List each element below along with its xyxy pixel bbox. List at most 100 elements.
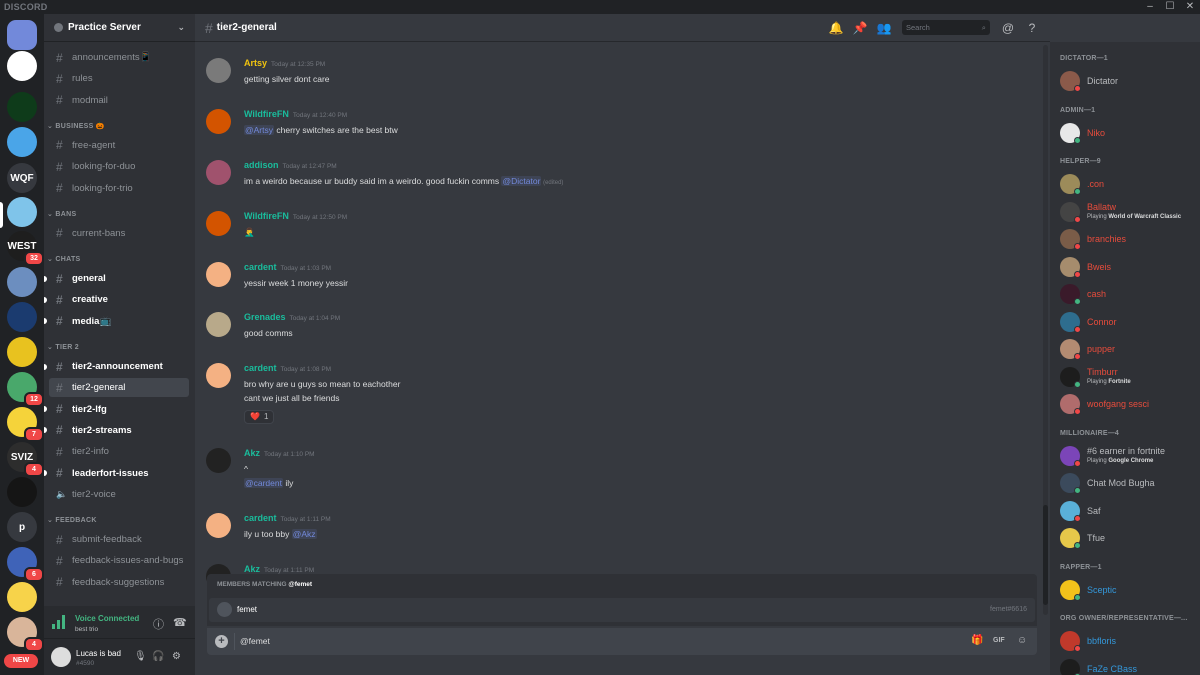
settings-gear-icon[interactable]: ⚙ [172,651,181,662]
server-icon[interactable] [7,267,37,297]
channel-item[interactable]: # media📺 [44,312,189,331]
message-author[interactable]: Artsy [244,58,267,68]
member-item[interactable]: Tfue [1060,526,1195,550]
help-icon[interactable]: ? [1020,21,1044,35]
autocomplete-item[interactable]: femet femet#6616 [209,598,1035,622]
avatar[interactable] [206,211,231,236]
member-item[interactable]: FaZe CBass [1060,657,1195,675]
channel-item[interactable]: # current-bans [49,224,189,243]
member-item[interactable]: branchies [1060,227,1195,251]
server-icon[interactable] [7,127,37,157]
channel-item[interactable]: # modmail [49,91,189,110]
avatar[interactable] [206,58,231,83]
avatar[interactable] [206,109,231,134]
user-mention[interactable]: @Dictator [501,176,542,186]
channel-item[interactable]: # tier2-info [49,442,189,461]
server-header[interactable]: Practice Server ⌄ [44,14,195,42]
channel-item[interactable]: # tier2-announcement [44,357,189,376]
channel-item[interactable]: # tier2-streams [44,421,189,440]
server-icon[interactable]: WQF [7,163,37,193]
avatar[interactable] [206,312,231,337]
channel-item[interactable]: 🔈 tier2-voice [49,485,189,504]
server-icon[interactable] [7,477,37,507]
channel-category[interactable]: ⌄ FEEDBACK [47,516,97,524]
channel-item[interactable]: # general [44,269,189,288]
member-item[interactable]: Bweis [1060,255,1195,279]
info-icon[interactable]: ⓘ [153,616,164,632]
channel-item[interactable]: # looking-for-duo [49,157,189,176]
channel-item[interactable]: # rules [49,69,189,88]
channel-item[interactable]: # free-agent [49,136,189,155]
avatar[interactable] [206,513,231,538]
member-item[interactable]: Niko [1060,121,1195,145]
pin-icon[interactable]: 📌 [848,21,872,35]
scrollbar-thumb[interactable] [1043,505,1048,605]
gif-icon[interactable]: GIF [993,637,1005,644]
server-icon[interactable] [7,51,37,81]
member-item[interactable]: Chat Mod Bugha [1060,471,1195,495]
maximize-button[interactable]: ☐ [1160,0,1180,14]
server-icon[interactable] [7,197,37,227]
message-author[interactable]: Akz [244,564,260,574]
voice-channel-name[interactable]: best trio [75,626,98,633]
channel-item[interactable]: # announcements📱 [49,48,189,67]
member-item[interactable]: Saf [1060,499,1195,523]
message-author[interactable]: cardent [244,262,277,272]
channel-item[interactable]: # leaderfort-issues [44,464,189,483]
channel-item[interactable]: # tier2-general [49,378,189,398]
member-item[interactable]: pupper [1060,337,1195,361]
user-mention[interactable]: @Artsy [244,125,274,135]
member-item[interactable]: Dictator [1060,69,1195,93]
message-author[interactable]: Akz [244,448,260,458]
avatar[interactable] [206,262,231,287]
member-item[interactable]: Timburr Playing Fortnite [1060,365,1195,389]
message-author[interactable]: WildfireFN [244,211,289,221]
search-input[interactable]: Search ⌕ [902,20,990,35]
server-icon[interactable] [7,302,37,332]
disconnect-icon[interactable]: ☎ [173,616,187,629]
channel-item[interactable]: # tier2-lfg [44,400,189,419]
avatar[interactable] [206,448,231,473]
channel-category[interactable]: ⌄ BUSINESS 🎃 [47,122,105,130]
mentions-icon[interactable]: @ [996,21,1020,35]
members-icon[interactable]: 👥 [872,21,896,35]
channel-item[interactable]: # submit-feedback [49,530,189,549]
server-icon[interactable] [7,337,37,367]
chat-scrollbar[interactable] [1043,45,1048,615]
new-badge[interactable]: NEW [4,654,38,668]
message-author[interactable]: addison [244,160,279,170]
emoji-icon[interactable]: ☺ [1017,635,1027,646]
upload-plus-icon[interactable]: + [215,635,228,648]
user-mention[interactable]: @Akz [291,529,317,539]
message-author[interactable]: cardent [244,363,277,373]
minimize-button[interactable]: – [1140,0,1160,14]
server-icon[interactable] [7,582,37,612]
member-item[interactable]: #6 earner in fortnite Playing Google Chro… [1060,444,1195,468]
channel-item[interactable]: # feedback-issues-and-bugs [49,551,189,570]
avatar[interactable] [51,647,71,667]
microphone-icon[interactable]: 🎙 [134,651,147,662]
message-author[interactable]: WildfireFN [244,109,289,119]
server-icon[interactable] [7,92,37,122]
member-item[interactable]: Connor [1060,310,1195,334]
channel-item[interactable]: # feedback-suggestions [49,573,189,592]
user-mention[interactable]: @cardent [244,478,283,488]
gift-icon[interactable]: 🎁 [971,635,983,646]
avatar[interactable] [206,160,231,185]
member-item[interactable]: cash [1060,282,1195,306]
member-item[interactable]: woofgang sesci [1060,392,1195,416]
voice-status[interactable]: Voice Connected [75,614,139,623]
member-item[interactable]: .con [1060,172,1195,196]
member-item[interactable]: Ballatw Playing World of Warcraft Classic [1060,200,1195,224]
channel-item[interactable]: # creative [44,290,189,309]
message-author[interactable]: Grenades [244,312,286,322]
headphones-icon[interactable]: 🎧 [152,651,164,662]
reaction-button[interactable]: ❤️ 1 [244,410,275,424]
home-icon[interactable] [7,20,37,50]
bell-icon[interactable]: 🔔 [824,21,848,35]
member-item[interactable]: Sceptic [1060,578,1195,602]
chevron-down-icon[interactable]: ⌄ [177,22,185,33]
channel-category[interactable]: ⌄ CHATS [47,255,81,263]
channel-category[interactable]: ⌄ TIER 2 [47,343,79,351]
avatar[interactable] [206,363,231,388]
